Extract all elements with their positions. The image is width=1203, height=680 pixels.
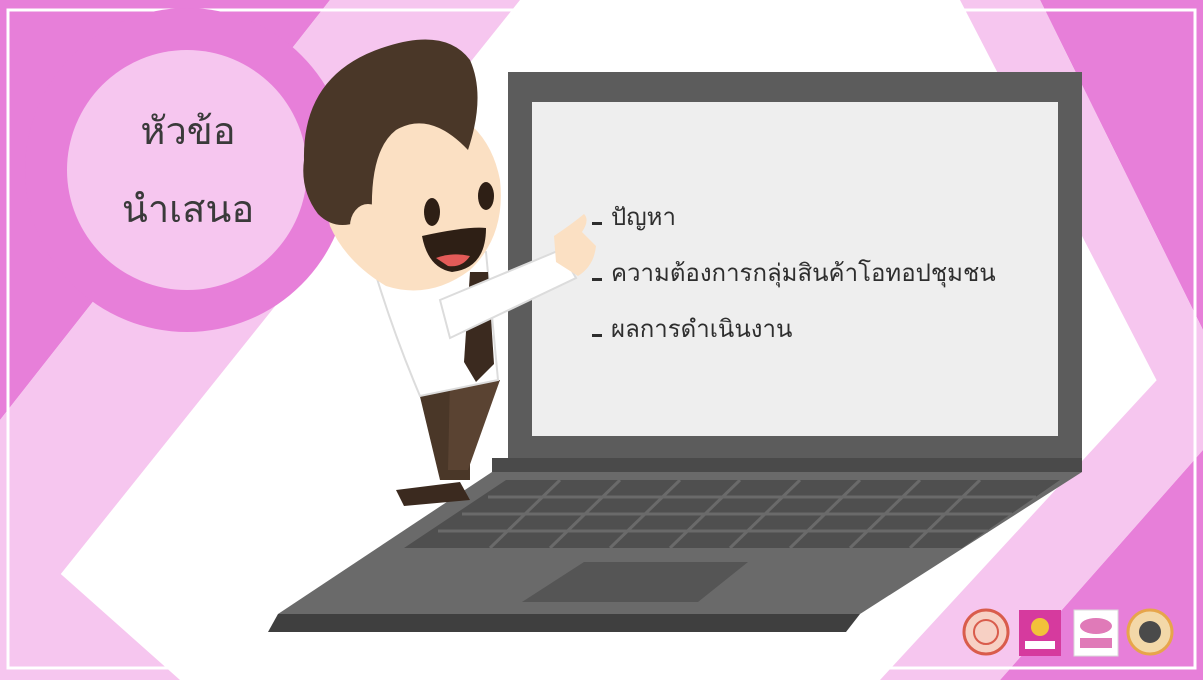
slide-title-line-2: นำเสนอ bbox=[121, 187, 255, 231]
bullet-dash bbox=[592, 277, 602, 281]
seal-logo bbox=[962, 608, 1010, 656]
agenda-item-needs: ความต้องการกลุ่มสินค้าโอทอปชุมชน bbox=[592, 244, 996, 300]
bullet-dash bbox=[592, 221, 602, 225]
logo-row bbox=[962, 608, 1174, 657]
slide-title-line-1: หัวข้อ bbox=[140, 109, 236, 153]
agenda-item-results: ผลการดำเนินงาน bbox=[592, 300, 996, 356]
agenda-item-label: ผลการดำเนินงาน bbox=[611, 314, 793, 343]
agenda-list: ปัญหา ความต้องการกลุ่มสินค้าโอทอปชุมชน ผ… bbox=[592, 188, 996, 356]
bullet-dash bbox=[592, 333, 602, 337]
agenda-item-label: ความต้องการกลุ่มสินค้าโอทอปชุมชน bbox=[611, 258, 996, 287]
title-circle bbox=[67, 50, 307, 290]
agenda-item-problem: ปัญหา bbox=[592, 188, 996, 244]
slide: หัวข้อ นำเสนอ ปัญหา ความต้องการกลุ่มสินค… bbox=[0, 0, 1203, 680]
agenda-item-label: ปัญหา bbox=[611, 202, 676, 231]
